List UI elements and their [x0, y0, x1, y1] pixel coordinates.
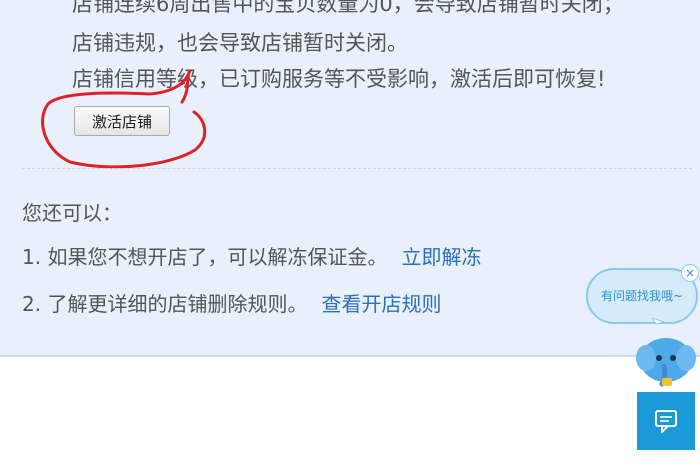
option-item-text: 2. 了解更详细的店铺删除规则。 — [22, 292, 308, 316]
elephant-mascot-icon — [636, 318, 696, 387]
options-heading: 您还可以： — [22, 201, 122, 225]
section-divider — [22, 168, 692, 169]
chat-button[interactable] — [637, 392, 695, 450]
option-item-text: 1. 如果您不想开店了，可以解冻保证金。 — [22, 245, 388, 269]
close-icon[interactable]: × — [681, 264, 699, 282]
option-item-unfreeze: 1. 如果您不想开店了，可以解冻保证金。 立即解冻 — [22, 241, 481, 270]
option-item-rules: 2. 了解更详细的店铺删除规则。 查看开店规则 — [22, 288, 441, 317]
chat-icon — [655, 410, 677, 433]
store-rules-link[interactable]: 查看开店规则 — [321, 292, 441, 316]
unfreeze-deposit-link[interactable]: 立即解冻 — [401, 245, 481, 269]
